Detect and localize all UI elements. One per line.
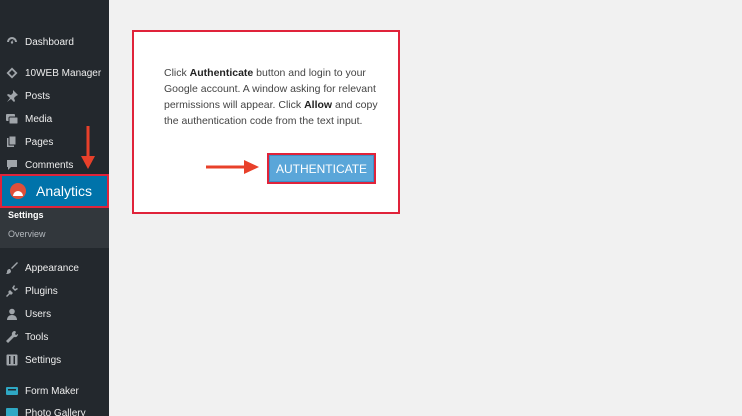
sidebar-item-label: Analytics bbox=[36, 183, 93, 199]
form-icon bbox=[6, 385, 18, 397]
sidebar-item-label: Photo Gallery bbox=[25, 407, 86, 416]
down-arrow-annotation-icon bbox=[81, 126, 95, 169]
sidebar-item-label: Dashboard bbox=[25, 36, 74, 48]
user-icon bbox=[6, 308, 18, 320]
media-icon bbox=[6, 113, 18, 125]
sidebar-item-appearance[interactable]: Appearance bbox=[0, 257, 109, 279]
sidebar-item-dashboard[interactable]: Dashboard bbox=[0, 31, 109, 53]
pin-icon bbox=[6, 90, 18, 102]
analytics-submenu: Settings Overview bbox=[0, 208, 109, 248]
sidebar-item-label: Settings bbox=[25, 354, 62, 366]
instructions-text: Click Authenticate button and login to y… bbox=[164, 67, 378, 127]
submenu-item-settings[interactable]: Settings bbox=[8, 210, 44, 220]
sidebar-item-form-maker[interactable]: Form Maker bbox=[0, 380, 109, 402]
gallery-icon bbox=[6, 407, 18, 416]
sidebar-item-label: Media bbox=[25, 113, 53, 125]
sidebar-item-plugins[interactable]: Plugins bbox=[0, 280, 109, 302]
sidebar-item-label: Pages bbox=[25, 136, 54, 148]
sidebar-item-settings[interactable]: Settings bbox=[0, 349, 109, 371]
plug-icon bbox=[6, 285, 18, 297]
right-arrow-annotation-icon bbox=[206, 160, 259, 174]
sidebar-item-label: Tools bbox=[25, 331, 49, 343]
pages-icon bbox=[6, 136, 18, 148]
sidebar-item-label: Comments bbox=[25, 159, 74, 171]
sidebar-item-analytics[interactable]: Analytics bbox=[0, 174, 109, 208]
analytics-logo-icon bbox=[10, 183, 26, 199]
sidebar-item-label: Plugins bbox=[25, 285, 58, 297]
comment-icon bbox=[6, 159, 18, 171]
sidebar-item-tools[interactable]: Tools bbox=[0, 326, 109, 348]
dashboard-icon bbox=[6, 36, 18, 48]
admin-sidebar: Dashboard 10WEB Manager Posts Media Page… bbox=[0, 0, 109, 416]
authenticate-panel: Click Authenticate button and login to y… bbox=[132, 30, 400, 214]
sidebar-item-users[interactable]: Users bbox=[0, 303, 109, 325]
diamond-icon bbox=[6, 67, 18, 79]
brush-icon bbox=[6, 262, 18, 274]
authenticate-emphasis: Authenticate bbox=[189, 67, 254, 79]
sidebar-item-label: Form Maker bbox=[25, 385, 79, 397]
sidebar-item-label: Posts bbox=[25, 90, 51, 102]
sidebar-item-photo-gallery[interactable]: Photo Gallery bbox=[0, 402, 109, 416]
submenu-item-overview[interactable]: Overview bbox=[8, 229, 46, 239]
sidebar-item-posts[interactable]: Posts bbox=[0, 85, 109, 107]
settings-icon bbox=[6, 354, 18, 366]
sidebar-item-label: Appearance bbox=[25, 262, 79, 274]
sidebar-item-label: Users bbox=[25, 308, 52, 320]
authenticate-button[interactable]: AUTHENTICATE bbox=[267, 153, 376, 184]
wrench-icon bbox=[6, 331, 18, 343]
allow-emphasis: Allow bbox=[304, 99, 333, 111]
sidebar-item-label: 10WEB Manager bbox=[25, 67, 102, 79]
sidebar-item-10web-manager[interactable]: 10WEB Manager bbox=[0, 62, 109, 84]
